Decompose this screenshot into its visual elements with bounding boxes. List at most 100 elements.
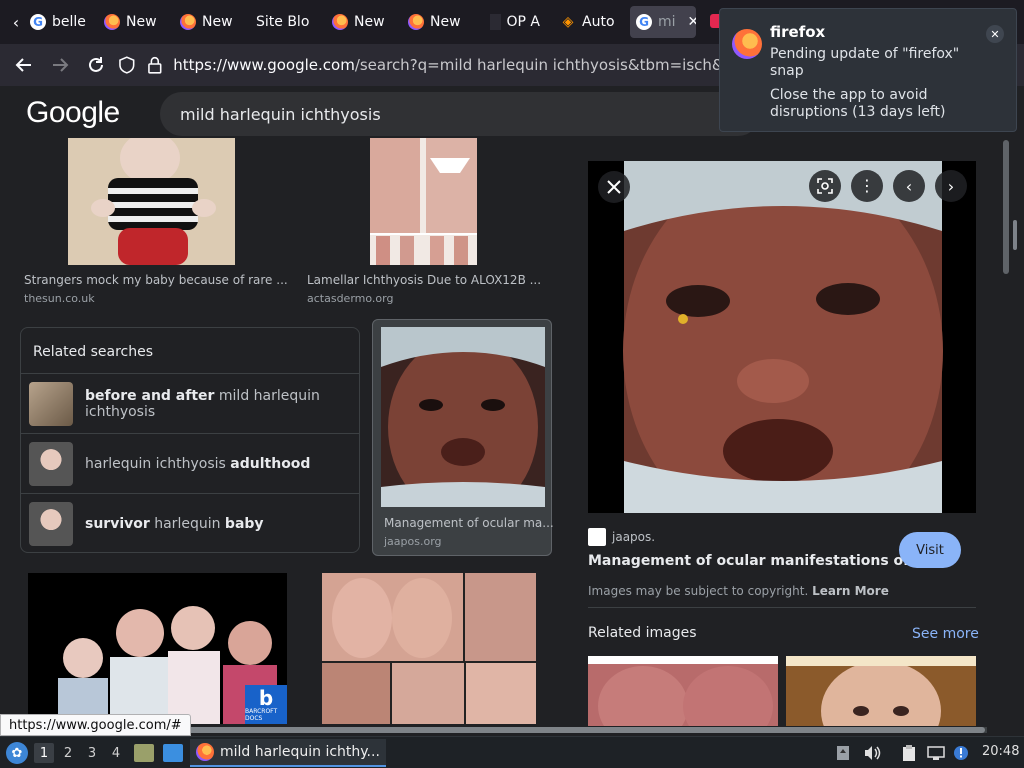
tab-9-active[interactable]: G mi ✕ <box>630 6 696 38</box>
notification-line-1: Pending update of "firefox" snap <box>770 46 960 79</box>
google-lens-button[interactable] <box>809 170 841 202</box>
more-options-button[interactable]: ⋮ <box>851 170 883 202</box>
google-icon: G <box>30 14 46 30</box>
previous-image-button[interactable]: ‹ <box>893 170 925 202</box>
horizontal-scrollbar-thumb[interactable] <box>180 727 985 733</box>
infant-photo <box>786 656 976 726</box>
firefox-icon <box>196 743 214 761</box>
next-image-button[interactable]: › <box>935 170 967 202</box>
firefox-icon <box>408 14 424 30</box>
tab-label: New <box>430 14 461 30</box>
update-notification: firefox Pending update of "firefox" snap… <box>719 8 1017 132</box>
taskbar-window-title: mild harlequin ichthy... <box>220 744 380 760</box>
close-notification-button[interactable]: ✕ <box>986 25 1004 43</box>
tab-1[interactable]: G belle <box>30 6 90 38</box>
file-manager-icon[interactable] <box>134 744 154 762</box>
tab-label: Site Blo <box>256 14 310 30</box>
selected-result-card[interactable]: Management of ocular ma... jaapos.org <box>372 319 554 556</box>
man-thumbnail <box>29 501 73 546</box>
start-menu-icon[interactable]: ✿ <box>6 742 28 764</box>
tab-3[interactable]: New <box>180 6 240 38</box>
result-image-family[interactable]: b BARCROFT DOCS <box>28 573 287 724</box>
related-search-item[interactable]: harlequin ichthyosis adulthood <box>21 433 359 493</box>
see-more-link[interactable]: See more <box>912 626 979 642</box>
site-favicon <box>588 528 606 546</box>
newborn-photo <box>588 656 778 726</box>
clipboard-icon[interactable] <box>900 744 918 762</box>
back-button[interactable] <box>12 53 36 77</box>
baby-face-photo <box>381 327 545 507</box>
man-thumbnail <box>29 441 73 486</box>
workspace-2[interactable]: 2 <box>58 743 78 763</box>
preview-image[interactable]: ⋮ ‹ › <box>588 161 976 513</box>
url-bar[interactable]: https://www.google.com/search?q=mild har… <box>118 49 738 81</box>
related-search-item[interactable]: survivor harlequin baby <box>21 493 359 553</box>
tab-scroll-left-icon[interactable]: ‹ <box>4 10 28 34</box>
url-path: /search?q=mild harlequin ichthyosis&tbm=… <box>354 56 738 74</box>
show-desktop-icon[interactable] <box>163 744 183 762</box>
search-query: mild harlequin ichthyosis <box>180 104 381 124</box>
result-image-legs[interactable] <box>370 138 477 265</box>
result-source: actasdermo.org <box>307 292 394 305</box>
taskbar-window-firefox[interactable]: mild harlequin ichthy... <box>190 739 386 767</box>
related-image-2[interactable] <box>786 656 976 726</box>
close-icon: ✕ <box>990 27 1000 41</box>
workspace-3[interactable]: 3 <box>82 743 102 763</box>
family-thumbnail <box>29 381 73 426</box>
firefox-icon <box>732 29 762 59</box>
related-normal: harlequin ichthyosis <box>85 455 231 472</box>
forward-button[interactable] <box>48 53 72 77</box>
related-image-1[interactable] <box>588 656 778 726</box>
related-bold: baby <box>224 515 264 532</box>
tab-5[interactable]: New <box>332 6 392 38</box>
close-tab-icon[interactable]: ✕ <box>688 14 696 30</box>
result-image-baby-striped[interactable] <box>68 138 235 265</box>
related-images-heading: Related images <box>588 625 697 641</box>
tab-7[interactable]: OP A <box>490 6 540 38</box>
panel-scrollbar[interactable] <box>1013 220 1017 250</box>
result-caption[interactable]: Strangers mock my baby because of rare .… <box>24 273 288 287</box>
tab-2[interactable]: New <box>104 6 164 38</box>
copyright-notice: Images may be subject to copyright. Lear… <box>588 584 889 598</box>
upload-icon[interactable] <box>834 744 852 762</box>
skin-collage-photo <box>322 573 536 724</box>
workspace-4[interactable]: 4 <box>106 743 126 763</box>
tab-4[interactable]: Site Blo <box>256 6 316 38</box>
related-bold: before and after <box>85 387 215 404</box>
google-icon: G <box>636 14 652 30</box>
page-icon <box>490 14 501 30</box>
result-caption: Management of ocular ma... <box>384 516 554 530</box>
lock-icon <box>147 56 162 74</box>
workspace-1[interactable]: 1 <box>34 743 54 763</box>
network-icon[interactable] <box>927 744 945 762</box>
preview-site[interactable]: jaapos. <box>612 530 655 544</box>
tab-8[interactable]: ◈ Auto <box>560 6 620 38</box>
related-searches-title: Related searches <box>33 344 154 360</box>
tab-label: mi <box>658 14 676 30</box>
reload-button[interactable] <box>84 53 108 77</box>
learn-more-link[interactable]: Learn More <box>812 584 889 598</box>
tab-6[interactable]: New <box>408 6 468 38</box>
result-source: thesun.co.uk <box>24 292 95 305</box>
status-url-tooltip: https://www.google.com/# <box>0 714 191 736</box>
result-caption[interactable]: Lamellar Ichthyosis Due to ALOX12B ... <box>307 273 541 287</box>
firefox-icon <box>104 14 120 30</box>
close-preview-button[interactable] <box>598 171 630 203</box>
chevron-right-icon: › <box>947 176 955 196</box>
search-input[interactable]: mild harlequin ichthyosis <box>160 92 760 136</box>
tab-label: New <box>354 14 385 30</box>
updates-icon[interactable] <box>952 744 970 762</box>
url-text: https://www.google.com/search?q=mild har… <box>173 56 738 74</box>
related-search-item[interactable]: before and after mild harlequin ichthyos… <box>21 373 359 433</box>
page-scrollbar[interactable] <box>1003 140 1009 274</box>
notification-app: firefox <box>770 23 826 41</box>
volume-icon[interactable] <box>863 744 881 762</box>
firefox-icon <box>180 14 196 30</box>
result-image-skin-collage[interactable] <box>322 573 536 724</box>
preview-title[interactable]: Management of ocular manifestations of a… <box>588 553 940 569</box>
visit-button[interactable]: Visit <box>899 532 961 568</box>
google-logo[interactable]: Google <box>26 96 120 130</box>
forward-arrow-icon <box>53 58 69 72</box>
clock[interactable]: 20:48 <box>982 744 1019 759</box>
tab-label: New <box>202 14 233 30</box>
